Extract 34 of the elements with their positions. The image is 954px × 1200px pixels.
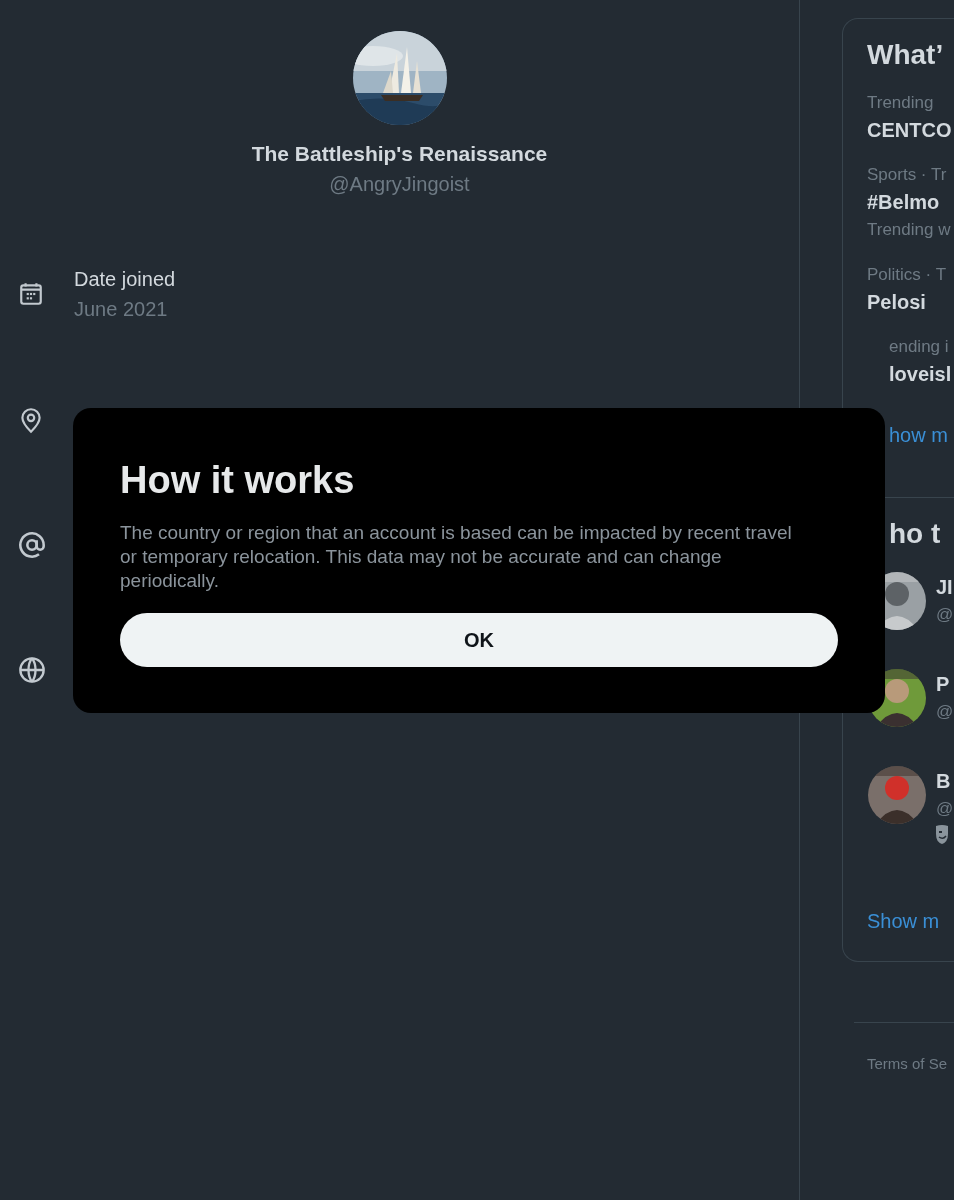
ok-button[interactable]: OK [120,613,838,667]
dialog-title: How it works [120,458,356,502]
trend-topic: Pelosi [867,290,927,315]
account-name[interactable]: JI [936,574,954,600]
trend-item[interactable]: ending i loveisl [843,325,954,397]
trend-item[interactable]: Sports · Tr #Belmo Trending w [843,153,954,253]
section-title: ho t [888,517,942,551]
trend-category: ending i [889,336,950,358]
account-handle: @ [936,701,954,723]
trend-topic: #Belmo [867,190,941,215]
profile-handle: @AngryJingoist [329,172,470,197]
trend-topic: loveisl [889,362,953,387]
trend-category: Trending [867,92,935,114]
section-title: What’ [866,38,945,72]
profile-name: The Battleship's Renaissance [251,141,548,167]
trend-context: Trending w [867,219,952,241]
account-handle: @ [936,604,954,626]
account-name[interactable]: B [936,768,954,794]
trend-category: Sports · Tr [867,164,948,186]
account-name[interactable]: P [936,671,954,697]
trend-topic: CENTCO [867,118,953,143]
at-sign-icon [18,531,46,559]
location-pin-icon [18,406,44,434]
detail-label: Date joined [74,267,176,292]
show-more-link[interactable]: Show m [843,907,954,935]
account-handle: @ [936,798,954,820]
detail-value: June 2021 [74,297,169,322]
dialog-text: The country or region that an account is based can be impacted by recent travel or temporary relocation. This data may not be accurate and can change periodically. [120,521,793,593]
globe-icon [18,656,46,684]
account-item[interactable]: B @ [843,766,954,863]
trend-item[interactable]: Trending CENTCO [843,81,954,153]
trend-category: Politics · T [867,264,948,286]
trend-item[interactable]: Politics · T Pelosi [843,253,954,325]
calendar-icon [18,281,44,307]
